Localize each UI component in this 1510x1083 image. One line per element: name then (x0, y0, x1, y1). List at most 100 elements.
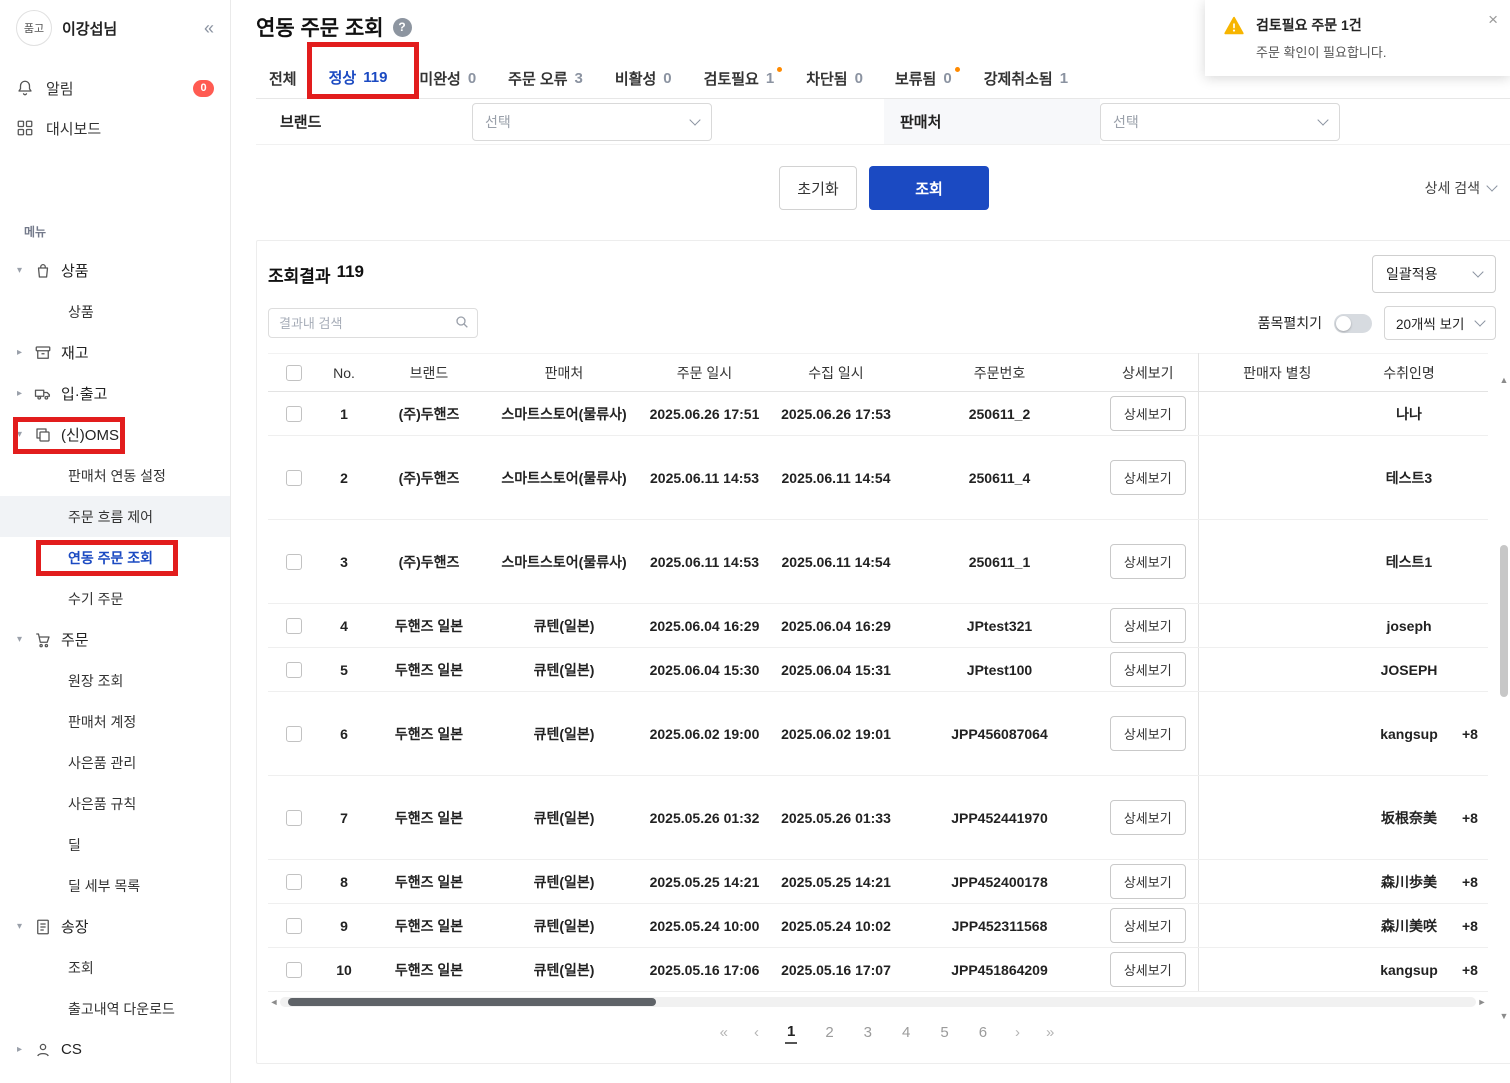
expand-items-toggle[interactable] (1334, 313, 1372, 333)
sidebar-item-notifications[interactable]: 알림 0 (0, 68, 230, 108)
sidebar-item-3-0[interactable]: 판매처 연동 설정 (0, 455, 230, 496)
sidebar-item-4-0[interactable]: 원장 조회 (0, 660, 230, 701)
seller-select[interactable]: 선택 (1100, 102, 1340, 141)
vertical-scroll-track[interactable] (1499, 387, 1509, 1009)
page-5-button[interactable]: 5 (938, 1022, 950, 1043)
search-button[interactable]: 조회 (869, 166, 989, 210)
detail-button[interactable]: 상세보기 (1109, 652, 1186, 687)
bulk-apply-select[interactable]: 일괄적용 (1372, 255, 1496, 293)
sidebar-item-4-3[interactable]: 사은품 규칙 (0, 783, 230, 824)
page-size-select[interactable]: 20개씩 보기 (1384, 306, 1496, 340)
sidebar-item-5-1[interactable]: 출고내역 다운로드 (0, 988, 230, 1029)
cell-phone: +8 (1462, 903, 1488, 948)
sidebar-item-4-2[interactable]: 사은품 관리 (0, 742, 230, 783)
cell-no: 4 (320, 603, 368, 648)
scroll-down-icon[interactable]: ▼ (1500, 1009, 1509, 1023)
vertical-scrollbar: ▲ ▼ (1497, 373, 1510, 1023)
next-page-button[interactable]: › (1015, 1024, 1020, 1041)
sidebar-item-4-1[interactable]: 판매처 계정 (0, 701, 230, 742)
scroll-up-icon[interactable]: ▲ (1500, 373, 1509, 387)
row-checkbox[interactable] (286, 874, 302, 891)
prev-page-button[interactable]: ‹ (754, 1024, 759, 1041)
help-icon[interactable]: ? (392, 17, 412, 37)
page-6-button[interactable]: 6 (977, 1022, 989, 1043)
app-window: 품고 이강섭님 « 알림 0 대시보드 메뉴 ▾ 상품 상품 ▸ 재고 ▸ 입·출고 ▾ (신)… (0, 0, 1510, 1083)
sidebar-group-4[interactable]: ▾ 주문 (0, 619, 230, 660)
row-checkbox[interactable] (286, 726, 302, 743)
brand-filter-cell: 선택 (472, 102, 884, 141)
horizontal-scroll-track[interactable] (280, 997, 1476, 1007)
sidebar-group-5[interactable]: ▾ 송장 (0, 906, 230, 947)
row-checkbox[interactable] (286, 662, 302, 679)
tab-6[interactable]: 차단됨 0 (793, 58, 876, 98)
detail-button[interactable]: 상세보기 (1109, 716, 1186, 751)
close-icon[interactable]: × (1488, 11, 1498, 28)
reset-button[interactable]: 초기화 (779, 166, 857, 210)
cell-brand: 두핸즈 일본 (368, 603, 490, 648)
cell-no: 1 (320, 391, 368, 436)
sidebar-group-2[interactable]: ▸ 입·출고 (0, 373, 230, 414)
row-checkbox[interactable] (286, 554, 302, 571)
scroll-right-icon[interactable]: ► (1476, 997, 1488, 1007)
row-checkbox[interactable] (286, 470, 302, 487)
tab-5[interactable]: 검토필요 1 (691, 58, 788, 98)
sidebar-item-dashboard[interactable]: 대시보드 (0, 108, 230, 148)
cell-alias (1197, 775, 1356, 860)
sidebar-item-3-2[interactable]: 연동 주문 조회 (0, 537, 230, 578)
cell-brand: (주)두핸즈 (368, 519, 490, 604)
sidebar-item-4-4[interactable]: 딜 (0, 824, 230, 865)
first-page-button[interactable]: « (720, 1024, 728, 1041)
row-checkbox[interactable] (286, 810, 302, 827)
select-all-checkbox[interactable] (286, 365, 302, 382)
table-row: 1 (주)두핸즈 스마트스토어(물류사) 2025.06.26 17:51 2025.0… (268, 391, 1488, 436)
sidebar-group-6[interactable]: ▸ CS (0, 1029, 230, 1070)
row-checkbox[interactable] (286, 618, 302, 635)
sidebar-group-3[interactable]: ▾ (신)OMS (0, 414, 230, 455)
tab-0[interactable]: 전체 (256, 58, 310, 98)
page-1-button[interactable]: 1 (784, 1021, 798, 1044)
sidebar-item-4-5[interactable]: 딜 세부 목록 (0, 865, 230, 906)
page-4-button[interactable]: 4 (900, 1022, 912, 1043)
detail-button[interactable]: 상세보기 (1109, 608, 1186, 643)
scroll-left-icon[interactable]: ◄ (268, 997, 280, 1007)
sidebar-item-3-1[interactable]: 주문 흐름 제어 (0, 496, 230, 537)
detail-button[interactable]: 상세보기 (1109, 396, 1186, 431)
advanced-search-toggle[interactable]: 상세 검색 (1425, 178, 1498, 198)
cell-order-no: JPtest100 (901, 647, 1098, 692)
tab-4[interactable]: 비활성 0 (602, 58, 685, 98)
sidebar-collapse-button[interactable]: « (204, 18, 214, 39)
notification-dot (954, 67, 960, 72)
notification-dot (777, 67, 783, 72)
row-checkbox[interactable] (286, 406, 302, 423)
tab-1[interactable]: 정상 119 (315, 58, 401, 98)
detail-button[interactable]: 상세보기 (1109, 864, 1186, 899)
last-page-button[interactable]: » (1046, 1024, 1054, 1041)
tab-8[interactable]: 강제취소됨 1 (971, 58, 1081, 98)
brand-select[interactable]: 선택 (472, 102, 712, 141)
table-row: 9 두핸즈 일본 큐텐(일본) 2025.05.24 10:00 2025.05.24 … (268, 903, 1488, 948)
search-icon[interactable] (454, 314, 470, 335)
tab-7[interactable]: 보류됨 0 (882, 58, 965, 98)
tab-3[interactable]: 주문 오류 3 (495, 58, 596, 98)
sidebar-item-5-0[interactable]: 조회 (0, 947, 230, 988)
row-checkbox[interactable] (286, 962, 302, 979)
chevron-down-icon (1474, 315, 1486, 327)
result-search-input[interactable] (268, 308, 478, 338)
detail-button[interactable]: 상세보기 (1109, 460, 1186, 495)
detail-button[interactable]: 상세보기 (1109, 952, 1186, 987)
row-checkbox[interactable] (286, 918, 302, 935)
sidebar-item-0-0[interactable]: 상품 (0, 291, 230, 332)
detail-button[interactable]: 상세보기 (1109, 908, 1186, 943)
sidebar-group-0[interactable]: ▾ 상품 (0, 250, 230, 291)
page-2-button[interactable]: 2 (823, 1022, 835, 1043)
sidebar-item-3-3[interactable]: 수기 주문 (0, 578, 230, 619)
vertical-scroll-thumb[interactable] (1500, 545, 1508, 697)
page-3-button[interactable]: 3 (862, 1022, 874, 1043)
dashboard-label: 대시보드 (46, 120, 102, 138)
tab-2[interactable]: 미완성 0 (406, 58, 489, 98)
detail-button[interactable]: 상세보기 (1109, 544, 1186, 579)
sidebar-group-1[interactable]: ▸ 재고 (0, 332, 230, 373)
horizontal-scroll-thumb[interactable] (288, 998, 656, 1006)
column-header: 수집 일시 (771, 353, 901, 392)
detail-button[interactable]: 상세보기 (1109, 800, 1186, 835)
